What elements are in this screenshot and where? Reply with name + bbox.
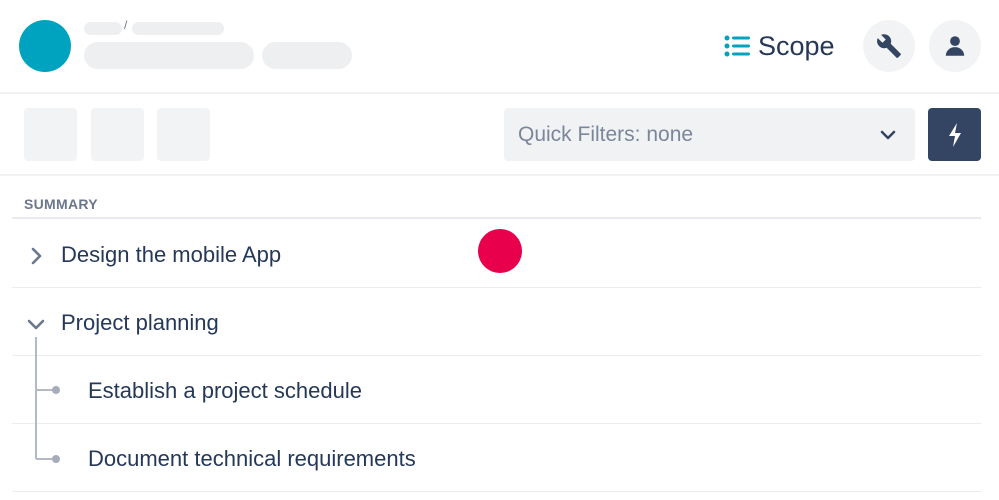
settings-button[interactable] (863, 20, 915, 72)
title-placeholder (84, 42, 254, 69)
list-item-label: Document technical requirements (88, 446, 416, 471)
chevron-right-icon[interactable] (24, 244, 48, 268)
chevron-down-icon[interactable] (24, 312, 48, 336)
tree-connector-line (35, 337, 37, 459)
quick-filters-value: Quick Filters: none (518, 122, 694, 146)
breadcrumb-separator: / (124, 18, 128, 32)
breadcrumb-placeholder (84, 22, 122, 35)
project-avatar[interactable] (19, 20, 71, 72)
list-item-label: Design the mobile App (61, 242, 282, 267)
pointer-marker (478, 229, 522, 273)
user-icon (945, 36, 965, 56)
toolbar-button-placeholder (91, 108, 144, 161)
list-icon (724, 35, 750, 57)
divider (12, 217, 981, 219)
scope-tab-label: Scope (758, 30, 835, 61)
list-item[interactable]: Document technical requirements (12, 424, 981, 492)
toolbar: Quick Filters: none (0, 96, 999, 176)
quick-filters-select[interactable]: Quick Filters: none (504, 108, 915, 161)
toolbar-button-placeholder (157, 108, 210, 161)
tree-node-dot (52, 386, 60, 394)
tree-node-dot (52, 455, 60, 463)
lightning-bolt-icon (948, 122, 961, 147)
automation-button[interactable] (928, 108, 981, 161)
chevron-down-icon (880, 130, 896, 140)
list-item-label: Project planning (61, 310, 219, 335)
scope-tab[interactable]: Scope (724, 28, 835, 64)
page-header: / Scope (0, 0, 999, 94)
toolbar-button-placeholder (24, 108, 77, 161)
wrench-icon (877, 34, 901, 58)
list-item[interactable]: Establish a project schedule (12, 356, 981, 424)
list-item[interactable]: Project planning (12, 288, 981, 356)
title-placeholder (262, 42, 352, 69)
summary-column-header: SUMMARY (24, 196, 98, 212)
list-item-label: Establish a project schedule (88, 378, 362, 403)
user-profile-button[interactable] (929, 20, 981, 72)
breadcrumb-placeholder (132, 22, 224, 35)
